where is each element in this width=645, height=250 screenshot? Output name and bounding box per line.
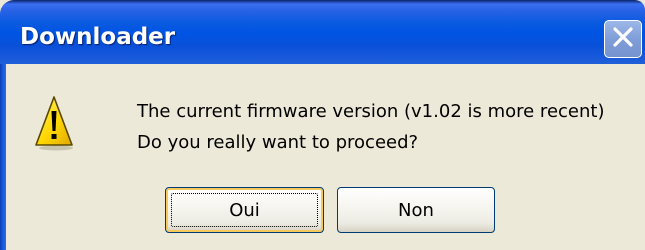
yes-button[interactable]: Oui [165, 187, 324, 233]
no-button[interactable]: Non [337, 187, 495, 233]
no-button-label: Non [398, 199, 434, 221]
message-line-1: The current firmware version (v1.02 is m… [137, 101, 605, 122]
window-left-border [0, 64, 6, 250]
window-title: Downloader [20, 24, 176, 50]
focus-rectangle [171, 193, 318, 227]
warning-icon [34, 95, 74, 151]
close-button[interactable] [604, 20, 642, 58]
downloader-dialog: Downloader The current firmware version … [0, 0, 645, 250]
title-bar[interactable]: Downloader [0, 0, 645, 64]
close-icon [610, 24, 636, 55]
message-line-2: Do you really want to proceed? [137, 132, 419, 153]
dialog-message: The current firmware version (v1.02 is m… [137, 96, 604, 158]
